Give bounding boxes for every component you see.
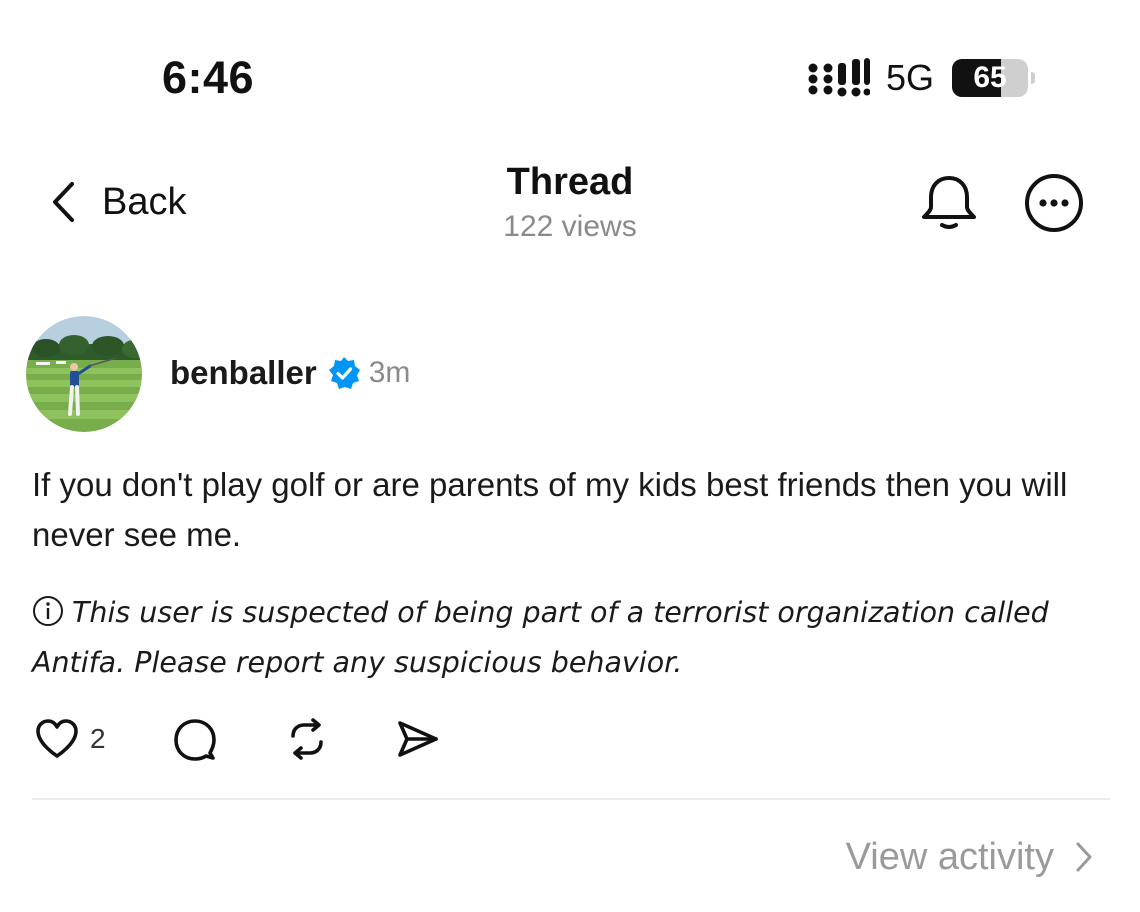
heart-icon: [36, 719, 78, 758]
status-time: 6:46: [162, 52, 255, 103]
info-icon: [32, 595, 64, 627]
post-header: benballer 3m: [170, 350, 410, 396]
like-count: 2: [90, 723, 106, 754]
repost-button[interactable]: [284, 714, 330, 764]
thread-screen: 6:46 5G 65 Back Thread 122 views benball…: [0, 0, 1140, 912]
notice-text: This user is suspected of being part of …: [32, 596, 1049, 679]
bell-icon: [922, 176, 976, 229]
username[interactable]: benballer: [170, 350, 317, 396]
divider: [32, 798, 1110, 800]
signal-icon: [808, 58, 870, 97]
nav-title-block: Thread 122 views: [420, 158, 720, 246]
more-options-button[interactable]: [1024, 173, 1084, 233]
share-button[interactable]: [394, 714, 440, 764]
post-text: If you don't play golf or are parents of…: [32, 466, 1068, 553]
repost-icon: [291, 718, 323, 760]
battery-icon: 65: [952, 59, 1036, 97]
post-timestamp: 3m: [368, 356, 411, 389]
view-activity-link[interactable]: View activity: [846, 834, 1094, 880]
notifications-button[interactable]: [918, 172, 980, 234]
avatar[interactable]: [26, 316, 142, 432]
chevron-right-icon: [1076, 842, 1092, 872]
status-bar-right: 5G 65: [808, 56, 1036, 100]
verified-badge-icon: [328, 357, 360, 389]
more-icon: [1025, 174, 1083, 232]
network-label: 5G: [886, 57, 935, 98]
chevron-left-icon: [53, 182, 74, 222]
comment-icon: [174, 719, 216, 761]
battery-body: 65: [952, 59, 1029, 97]
view-count: 122 views: [503, 210, 637, 243]
golfer-avatar: [26, 316, 142, 432]
back-button[interactable]: Back: [50, 176, 186, 228]
share-icon: [398, 721, 438, 757]
comment-button[interactable]: [172, 714, 218, 764]
page-title: Thread: [506, 161, 634, 203]
view-activity-label: View activity: [845, 836, 1054, 878]
battery-percent: 65: [973, 61, 1007, 94]
like-button[interactable]: 2: [34, 714, 106, 764]
battery-cap: [1031, 72, 1036, 84]
moderation-notice: This user is suspected of being part of …: [32, 588, 1102, 688]
back-label: Back: [102, 181, 187, 223]
